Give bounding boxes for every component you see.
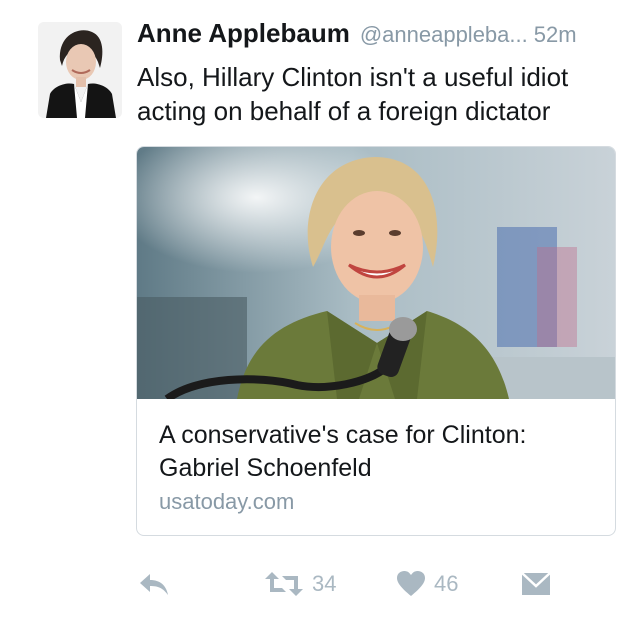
tweet[interactable]: Anne Applebaum @anneappleba... 52m Also,… bbox=[0, 0, 640, 622]
reply-button[interactable] bbox=[138, 570, 170, 598]
retweet-button[interactable]: 34 bbox=[264, 570, 336, 598]
avatar-photo bbox=[38, 22, 122, 118]
tweet-header: Anne Applebaum @anneappleba... 52m bbox=[137, 18, 622, 50]
retweet-count: 34 bbox=[312, 571, 337, 596]
author-name[interactable]: Anne Applebaum bbox=[137, 18, 350, 49]
card-image bbox=[137, 147, 615, 399]
heart-icon bbox=[397, 571, 425, 596]
direct-message-button[interactable] bbox=[520, 570, 552, 598]
tweet-timestamp[interactable]: 52m bbox=[534, 22, 577, 48]
retweet-icon bbox=[265, 572, 303, 596]
card-domain[interactable]: usatoday.com bbox=[159, 489, 294, 515]
tweet-text: Also, Hillary Clinton isn't a useful idi… bbox=[137, 62, 569, 126]
card-title[interactable]: A conservative's case for Clinton: Gabri… bbox=[159, 419, 599, 485]
author-handle[interactable]: @anneappleba... bbox=[360, 22, 528, 48]
like-count: 46 bbox=[434, 571, 459, 596]
reply-arrow-icon bbox=[140, 574, 168, 595]
tweet-actions: 34 46 bbox=[138, 570, 558, 606]
like-button[interactable]: 46 bbox=[396, 570, 458, 598]
author-avatar[interactable] bbox=[38, 22, 122, 118]
link-card[interactable]: A conservative's case for Clinton: Gabri… bbox=[136, 146, 616, 536]
envelope-icon bbox=[521, 572, 551, 595]
